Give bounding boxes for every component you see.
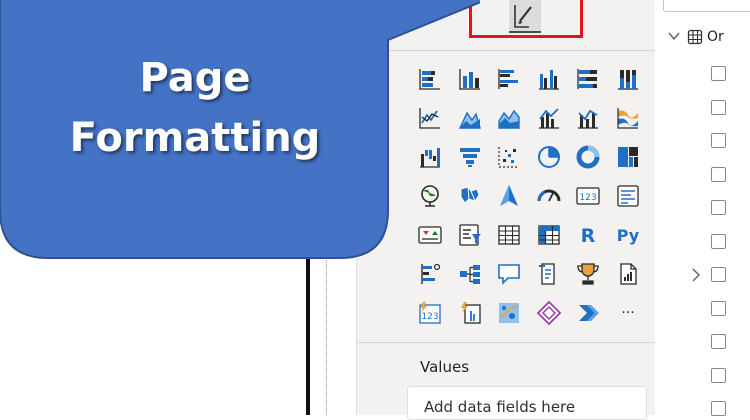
canvas-page-edge	[306, 258, 310, 415]
field-checkbox[interactable]	[711, 133, 726, 148]
chevron-right-icon[interactable]	[689, 267, 703, 287]
stacked-area-chart-icon[interactable]	[494, 103, 524, 133]
data-table-row[interactable]: Or	[665, 28, 750, 50]
search-input[interactable]: Se	[663, 0, 750, 12]
data-pane: Se Or	[655, 0, 750, 416]
field-checkbox[interactable]	[711, 166, 726, 182]
callout-line-2: Formatting	[69, 115, 321, 161]
chevron-down-icon[interactable]	[667, 29, 681, 47]
field-checkbox[interactable]	[711, 99, 726, 115]
multi-row-card-icon[interactable]	[613, 181, 643, 211]
matrix-icon[interactable]	[534, 220, 564, 250]
field-checkbox[interactable]	[711, 267, 726, 282]
field-checkbox[interactable]	[711, 401, 726, 416]
card-icon[interactable]: 123	[573, 181, 603, 211]
canvas-dashed-boundary	[326, 248, 327, 415]
100-stacked-column-chart-icon[interactable]	[613, 64, 643, 94]
highlight-box	[469, 0, 583, 38]
power-automate-icon[interactable]	[455, 298, 485, 328]
add-field-placeholder: Add data fields here	[424, 398, 576, 416]
svg-text:123: 123	[579, 193, 596, 203]
arcgis-map-icon[interactable]	[494, 298, 524, 328]
more-visuals-icon[interactable]: ···	[613, 298, 643, 328]
power-automate-arrow-icon[interactable]	[573, 298, 603, 328]
field-checkbox[interactable]	[711, 66, 726, 81]
metrics-icon[interactable]	[573, 259, 603, 289]
callout-line-1: Page	[139, 55, 251, 101]
100-stacked-bar-chart-icon[interactable]	[573, 64, 603, 94]
gauge-icon[interactable]	[534, 181, 564, 211]
search-placeholder: Se	[704, 0, 720, 4]
azure-map-icon[interactable]	[494, 181, 524, 211]
field-checkbox[interactable]	[711, 334, 726, 349]
line-and-stacked-column-chart-icon[interactable]	[534, 103, 564, 133]
field-checkbox[interactable]	[711, 300, 726, 316]
table-icon[interactable]	[494, 220, 524, 250]
power-apps-icon[interactable]: 123	[415, 298, 445, 328]
power-apps-diamond-icon[interactable]	[534, 298, 564, 328]
svg-text:R: R	[581, 225, 596, 247]
table-name: Or	[707, 29, 724, 45]
field-checkbox[interactable]	[711, 200, 726, 215]
python-visual-icon[interactable]: Py	[613, 220, 643, 250]
format-visual-button[interactable]	[509, 0, 541, 33]
ribbon-chart-icon[interactable]	[613, 103, 643, 133]
paintbrush-icon	[514, 5, 532, 28]
clustered-column-chart-icon[interactable]	[534, 64, 564, 94]
r-script-visual-icon[interactable]: R	[573, 220, 603, 250]
line-and-clustered-column-chart-icon[interactable]	[573, 103, 603, 133]
field-checkbox[interactable]	[711, 367, 726, 383]
smart-narrative-icon[interactable]	[534, 259, 564, 289]
scatter-chart-icon[interactable]	[494, 142, 524, 172]
values-label: Values	[420, 358, 470, 376]
pie-chart-icon[interactable]	[534, 142, 564, 172]
table-icon	[687, 29, 703, 49]
field-checkbox[interactable]	[711, 233, 726, 249]
svg-text:···: ···	[621, 305, 634, 321]
svg-text:123: 123	[421, 312, 438, 322]
paginated-report-icon[interactable]	[613, 259, 643, 289]
section-divider	[357, 342, 655, 343]
callout-text: Page Formatting	[20, 48, 370, 168]
qa-icon[interactable]	[494, 259, 524, 289]
clustered-bar-chart-icon[interactable]	[494, 64, 524, 94]
svg-text:Py: Py	[616, 226, 639, 245]
treemap-icon[interactable]	[613, 142, 643, 172]
donut-chart-icon[interactable]	[573, 142, 603, 172]
